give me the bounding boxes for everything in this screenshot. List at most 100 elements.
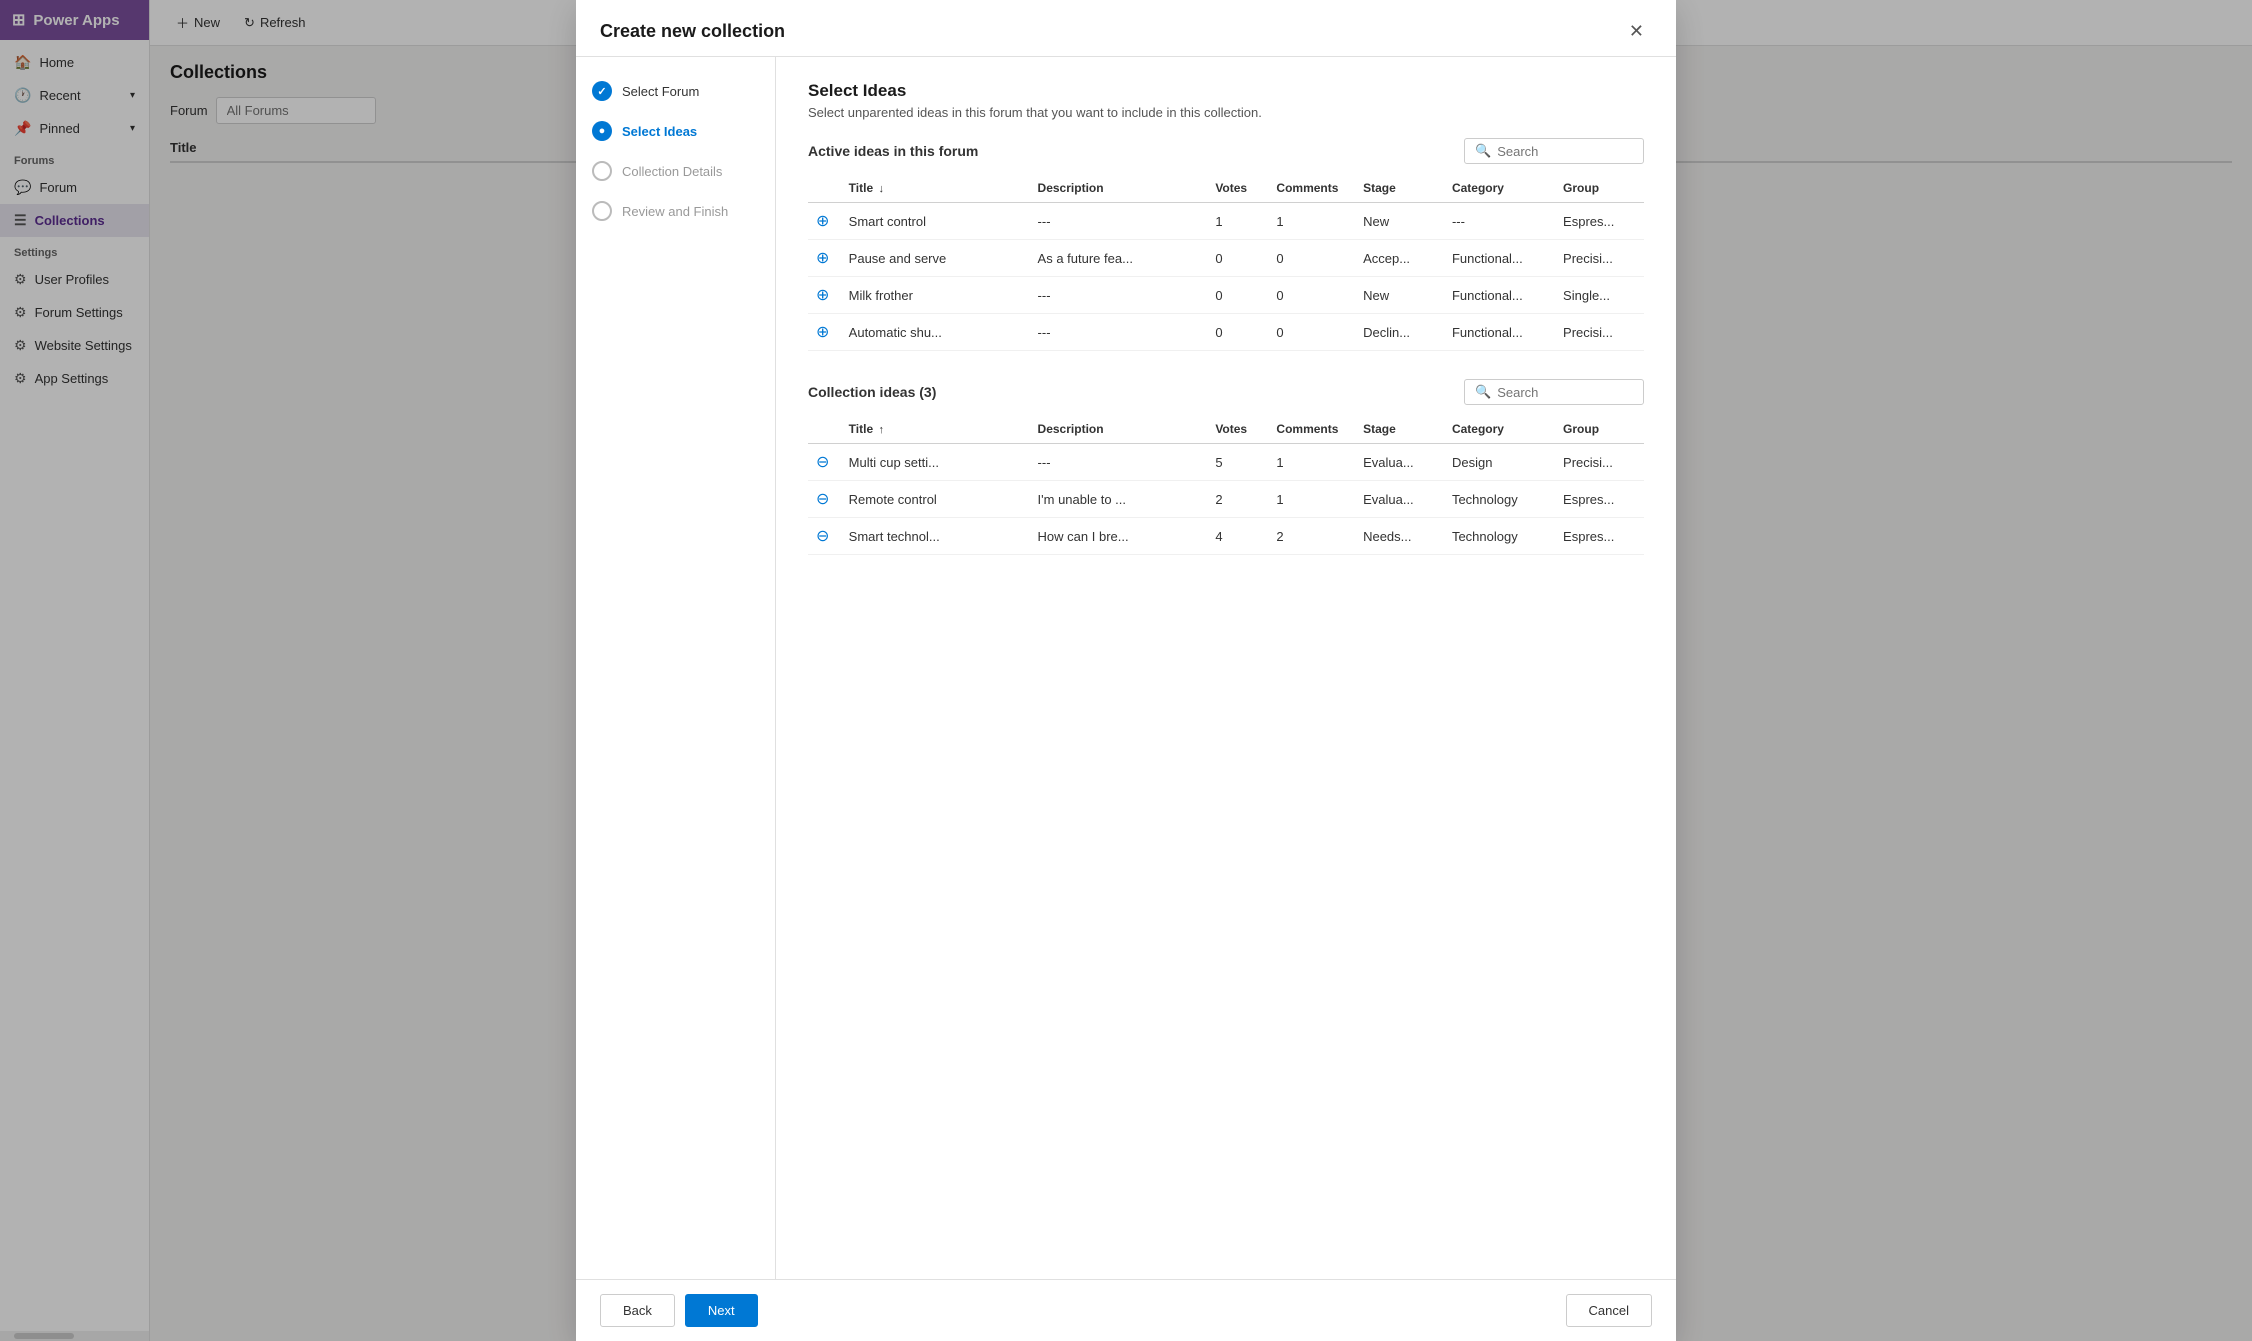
idea-group: Precisi... [1555,444,1644,481]
idea-category: Functional... [1444,277,1555,314]
active-ideas-table: Title ↓ Description Votes Comments Stage… [808,174,1644,351]
footer-left-buttons: Back Next [600,1294,758,1327]
active-idea-row[interactable]: ⊕ Smart control --- 1 1 New --- Espres..… [808,203,1644,240]
next-button[interactable]: Next [685,1294,758,1327]
idea-votes: 2 [1207,481,1268,518]
step-collection-details[interactable]: Collection Details [592,161,759,181]
active-ideas-table-header-row: Title ↓ Description Votes Comments Stage… [808,174,1644,203]
collection-ideas-search-input[interactable] [1497,385,1633,400]
add-idea-icon[interactable]: ⊕ [816,287,829,304]
modal-overlay: Create new collection ✕ ✓ Select Forum ●… [0,0,2252,1341]
comments-col-header: Comments [1268,174,1355,203]
idea-group: Espres... [1555,518,1644,555]
sort-icon: ↓ [878,183,884,195]
active-idea-row[interactable]: ⊕ Milk frother --- 0 0 New Functional...… [808,277,1644,314]
idea-stage: New [1355,277,1444,314]
collection-idea-row[interactable]: ⊖ Remote control I'm unable to ... 2 1 E… [808,481,1644,518]
stage-col-header-2: Stage [1355,415,1444,444]
idea-category: Functional... [1444,314,1555,351]
idea-title: Remote control [841,481,1030,518]
idea-desc: --- [1030,203,1208,240]
idea-category: Design [1444,444,1555,481]
wizard-steps: ✓ Select Forum ● Select Ideas Collection… [576,57,776,1279]
idea-comments: 1 [1268,444,1355,481]
step-circle-forum: ✓ [592,81,612,101]
category-col-header: Category [1444,174,1555,203]
add-idea-icon[interactable]: ⊕ [816,213,829,230]
active-ideas-header: Active ideas in this forum 🔍 [808,138,1644,164]
step-select-forum[interactable]: ✓ Select Forum [592,81,759,101]
votes-col-header-2: Votes [1207,415,1268,444]
step-label-forum: Select Forum [622,84,699,99]
collection-ideas-search-box[interactable]: 🔍 [1464,379,1644,405]
idea-stage: New [1355,203,1444,240]
idea-votes: 1 [1207,203,1268,240]
idea-votes: 0 [1207,277,1268,314]
step-review-finish[interactable]: Review and Finish [592,201,759,221]
create-collection-modal: Create new collection ✕ ✓ Select Forum ●… [576,0,1676,1341]
remove-idea-icon[interactable]: ⊖ [816,491,829,508]
idea-comments: 0 [1268,314,1355,351]
collection-ideas-section: Collection ideas (3) 🔍 Title [808,379,1644,555]
modal-body: ✓ Select Forum ● Select Ideas Collection… [576,57,1676,1279]
idea-group: Precisi... [1555,240,1644,277]
idea-votes: 0 [1207,240,1268,277]
idea-comments: 0 [1268,277,1355,314]
sort-icon-2: ↑ [878,424,884,436]
section-title: Select Ideas [808,81,1644,101]
step-select-ideas[interactable]: ● Select Ideas [592,121,759,141]
idea-comments: 2 [1268,518,1355,555]
idea-votes: 5 [1207,444,1268,481]
idea-title: Milk frother [841,277,1030,314]
idea-title: Multi cup setti... [841,444,1030,481]
idea-category: Functional... [1444,240,1555,277]
cancel-button[interactable]: Cancel [1566,1294,1652,1327]
comments-col-header-2: Comments [1268,415,1355,444]
step-circle-review [592,201,612,221]
title-col-header[interactable]: Title ↓ [841,174,1030,203]
idea-stage: Accep... [1355,240,1444,277]
modal-footer: Back Next Cancel [576,1279,1676,1341]
idea-title: Pause and serve [841,240,1030,277]
active-ideas-search-box[interactable]: 🔍 [1464,138,1644,164]
modal-close-button[interactable]: ✕ [1621,18,1652,44]
modal-title: Create new collection [600,21,785,42]
collection-ideas-label: Collection ideas (3) [808,384,936,400]
active-idea-row[interactable]: ⊕ Pause and serve As a future fea... 0 0… [808,240,1644,277]
votes-col-header: Votes [1207,174,1268,203]
idea-category: Technology [1444,481,1555,518]
back-button[interactable]: Back [600,1294,675,1327]
idea-group: Precisi... [1555,314,1644,351]
active-ideas-search-input[interactable] [1497,144,1633,159]
idea-desc: I'm unable to ... [1030,481,1208,518]
step-circle-ideas: ● [592,121,612,141]
wizard-content: Select Ideas Select unparented ideas in … [776,57,1676,1279]
collection-ideas-header: Collection ideas (3) 🔍 [808,379,1644,405]
add-idea-icon[interactable]: ⊕ [816,324,829,341]
idea-title: Smart technol... [841,518,1030,555]
search-icon: 🔍 [1475,143,1491,159]
idea-comments: 1 [1268,481,1355,518]
remove-idea-icon[interactable]: ⊖ [816,528,829,545]
idea-desc: --- [1030,314,1208,351]
step-label-ideas: Select Ideas [622,124,697,139]
add-idea-icon[interactable]: ⊕ [816,250,829,267]
idea-comments: 0 [1268,240,1355,277]
idea-group: Single... [1555,277,1644,314]
collection-idea-row[interactable]: ⊖ Multi cup setti... --- 5 1 Evalua... D… [808,444,1644,481]
idea-desc: As a future fea... [1030,240,1208,277]
title-col-header-2[interactable]: Title ↑ [841,415,1030,444]
idea-stage: Evalua... [1355,481,1444,518]
step-label-details: Collection Details [622,164,722,179]
active-idea-row[interactable]: ⊕ Automatic shu... --- 0 0 Declin... Fun… [808,314,1644,351]
idea-group: Espres... [1555,203,1644,240]
desc-col-header-2: Description [1030,415,1208,444]
idea-stage: Declin... [1355,314,1444,351]
remove-idea-icon[interactable]: ⊖ [816,454,829,471]
step-label-review: Review and Finish [622,204,728,219]
collection-idea-row[interactable]: ⊖ Smart technol... How can I bre... 4 2 … [808,518,1644,555]
modal-header: Create new collection ✕ [576,0,1676,57]
icon-col-header [808,174,841,203]
icon-col-header-2 [808,415,841,444]
idea-votes: 0 [1207,314,1268,351]
